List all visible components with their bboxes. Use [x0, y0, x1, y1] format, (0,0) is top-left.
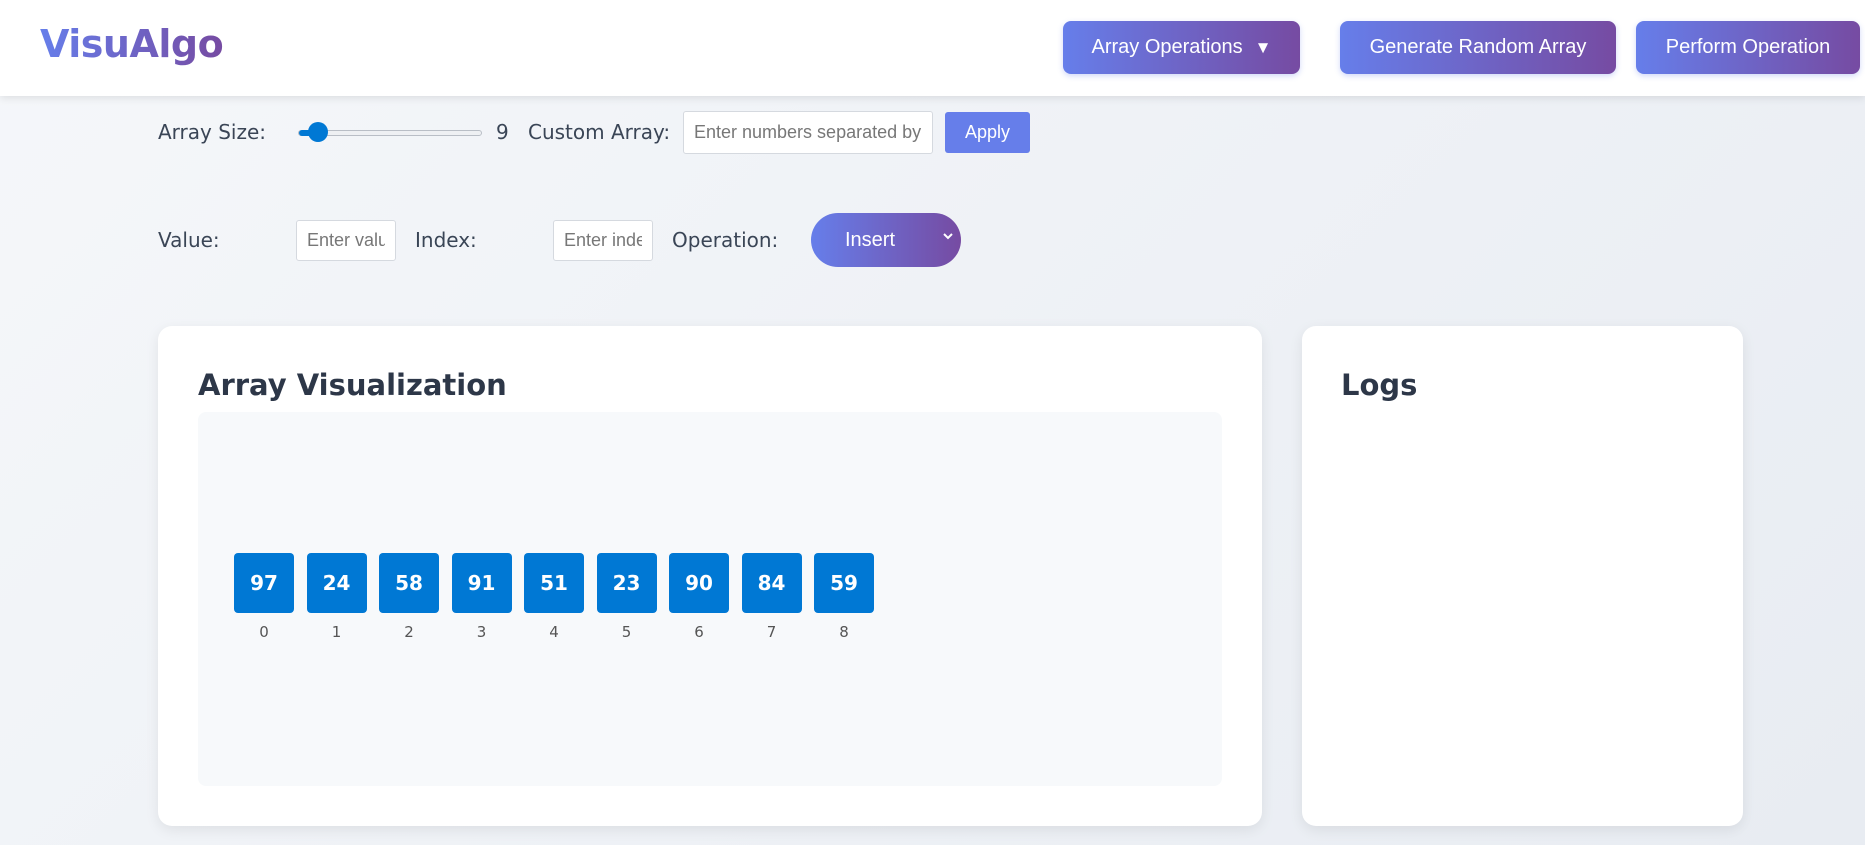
index-input[interactable]: [553, 220, 653, 261]
array-cell-index: 0: [259, 623, 269, 641]
operation-label: Operation:: [672, 228, 779, 252]
logo[interactable]: VisuAlgo: [40, 22, 224, 66]
array-cell[interactable]: 51: [524, 553, 584, 613]
generate-random-array-button[interactable]: Generate Random Array: [1340, 21, 1616, 74]
value-input[interactable]: [296, 220, 396, 261]
array-cell-index: 2: [404, 623, 414, 641]
array-cell-index: 8: [839, 623, 849, 641]
custom-array-input[interactable]: [683, 111, 933, 154]
array-cell-index: 5: [621, 623, 632, 641]
array-cell-index: 4: [549, 623, 559, 641]
caret-down-icon: ▼: [1254, 37, 1272, 57]
chevron-down-icon: [943, 233, 953, 240]
navbar: VisuAlgo Array Operations ▼ Generate Ran…: [0, 0, 1865, 96]
index-label: Index:: [415, 228, 477, 252]
array-cell[interactable]: 90: [669, 553, 729, 613]
array-visualization-card: Array Visualization 97 0 24 1 58 2 91 3 51 4 23 5 90…: [158, 326, 1262, 826]
logs-title: Logs: [1341, 368, 1418, 402]
array-cell-index: 6: [694, 623, 704, 641]
logs-card: Logs: [1302, 326, 1743, 826]
array-operations-dropdown[interactable]: Array Operations ▼: [1063, 21, 1300, 74]
array-size-value: 9: [496, 120, 509, 144]
array-cell[interactable]: 84: [741, 553, 802, 613]
slider-thumb[interactable]: [307, 122, 328, 142]
operation-selected: Insert: [845, 228, 896, 251]
array-cell[interactable]: 23: [596, 553, 657, 613]
array-cell[interactable]: 58: [379, 553, 439, 613]
array-cell[interactable]: 59: [814, 553, 874, 613]
apply-button[interactable]: Apply: [945, 112, 1030, 153]
array-cell[interactable]: 97: [234, 553, 294, 613]
perform-operation-button[interactable]: Perform Operation: [1636, 21, 1860, 74]
array-size-label: Array Size:: [158, 120, 267, 144]
array-cell-index: 3: [476, 623, 487, 641]
visualization-area: 97 0 24 1 58 2 91 3 51 4 23 5 90 6 84 7 59 8: [198, 412, 1222, 786]
operation-select[interactable]: Insert: [811, 213, 961, 267]
array-cell-index: 7: [766, 623, 777, 641]
custom-array-label: Custom Array:: [528, 120, 671, 144]
value-label: Value:: [158, 228, 220, 252]
array-cell[interactable]: 91: [451, 553, 512, 613]
array-operations-label: Array Operations: [1091, 36, 1243, 58]
array-cell-index: 1: [331, 623, 342, 641]
visualization-title: Array Visualization: [198, 368, 507, 402]
array-cell[interactable]: 24: [306, 553, 367, 613]
